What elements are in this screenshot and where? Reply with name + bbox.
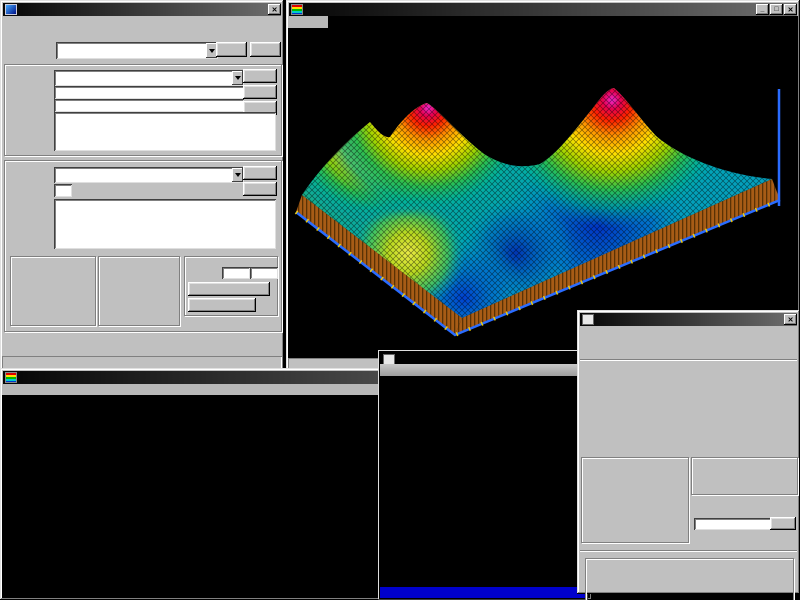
minimize-icon[interactable]: _ (756, 4, 769, 15)
project-combobox[interactable] (56, 42, 218, 59)
suffix-field[interactable] (54, 184, 72, 197)
fmew-table[interactable] (380, 387, 586, 587)
subproject-new-button[interactable] (243, 69, 277, 83)
map-comment-field[interactable] (54, 199, 276, 249)
surface-3d-plot (288, 16, 798, 358)
map-new-button[interactable] (243, 166, 277, 180)
operation-group (581, 457, 689, 543)
fmew-statusbar (380, 587, 586, 598)
spm-titlebar[interactable]: ✕ (3, 3, 281, 16)
desktop: _ □ ✕ (0, 0, 800, 600)
directory-field[interactable] (54, 99, 244, 112)
volume-window-icon (582, 314, 594, 325)
basename-field[interactable] (54, 86, 244, 99)
3dview-titlebar[interactable]: _ □ ✕ (289, 3, 797, 16)
subproject-comment-field[interactable] (54, 112, 276, 151)
color-map-levels-button[interactable] (188, 282, 270, 296)
subproject-delete-button[interactable] (243, 85, 277, 99)
close-icon[interactable]: ✕ (784, 314, 797, 325)
points-coords-field[interactable] (694, 518, 772, 530)
objects-group (10, 256, 96, 326)
selection-group (691, 457, 798, 495)
subproject-title-combobox[interactable] (54, 70, 244, 86)
divider (580, 550, 797, 552)
3dview-window-icon (291, 4, 303, 15)
3dview-menu[interactable] (288, 16, 328, 28)
divider (580, 359, 797, 361)
project-new-button[interactable] (216, 42, 247, 57)
results-group (585, 558, 794, 600)
map-delete-button[interactable] (243, 182, 277, 196)
window-fmew (378, 350, 588, 600)
volume-titlebar[interactable]: ✕ (580, 313, 797, 326)
gridsize-y-field[interactable] (250, 267, 278, 279)
chevron-down-icon[interactable] (232, 71, 243, 85)
parameters-group (98, 256, 180, 326)
fmew-menubar[interactable] (380, 364, 586, 376)
surface-shading (288, 16, 798, 358)
gridsize-x-field[interactable] (222, 267, 250, 279)
window-volume: ✕ (577, 310, 800, 594)
close-icon[interactable]: ✕ (784, 4, 797, 15)
maximize-icon[interactable]: □ (770, 4, 783, 15)
3dview-canvas[interactable] (288, 16, 798, 358)
spm-window-icon (5, 4, 17, 15)
project-delete-button[interactable] (250, 42, 281, 57)
map-title-combobox[interactable] (54, 167, 244, 183)
points-find-button[interactable] (770, 517, 796, 530)
isoline-levels-button[interactable] (188, 298, 256, 312)
surge-window-icon (5, 372, 17, 383)
close-icon[interactable]: ✕ (268, 4, 281, 15)
chevron-down-icon[interactable] (232, 168, 243, 182)
window-spm: ✕ (0, 0, 284, 376)
